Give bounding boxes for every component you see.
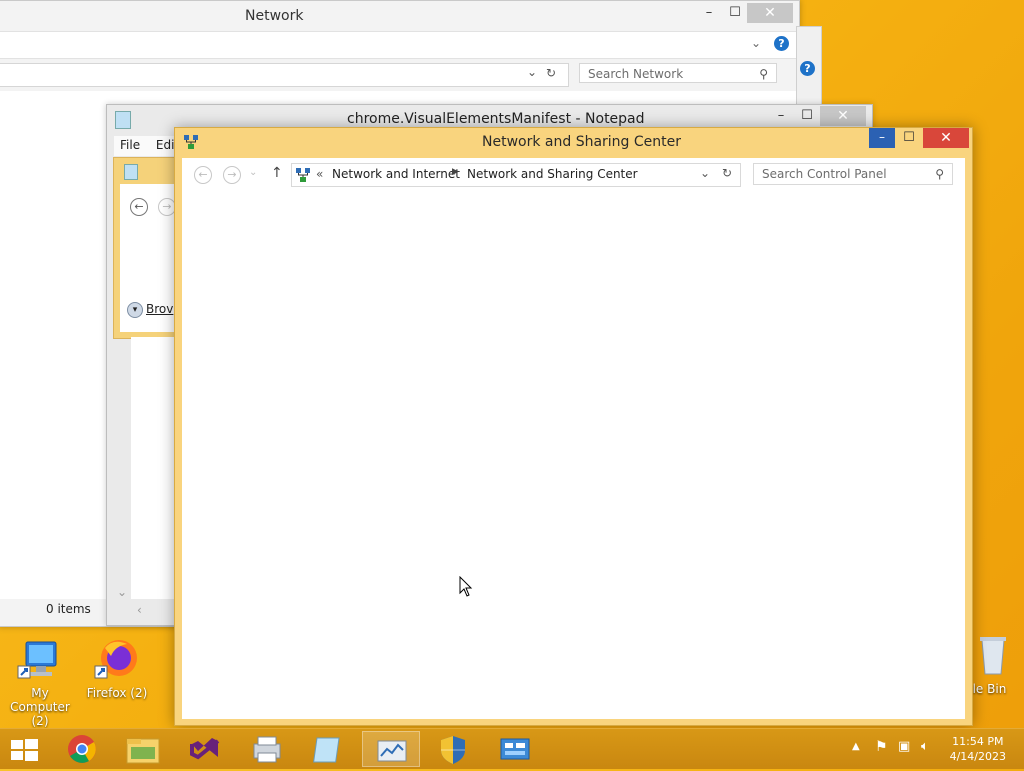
minimize-button[interactable]: –	[695, 3, 723, 23]
start-button[interactable]	[0, 731, 48, 767]
volume-muted-icon[interactable]: 🔈︎	[921, 739, 929, 754]
maximize-button[interactable]: ☐	[721, 3, 749, 23]
breadcrumb-overflow[interactable]: «	[316, 167, 323, 181]
show-hidden-icons-chevron-icon[interactable]: ▲	[852, 741, 860, 752]
computer-icon	[16, 636, 64, 684]
close-button[interactable]: ✕	[923, 128, 969, 148]
search-placeholder: Search Control Panel	[762, 167, 887, 181]
back-arrow-icon[interactable]: ←	[194, 166, 212, 184]
visual-studio-icon	[190, 738, 220, 760]
taskbar-chrome[interactable]	[53, 731, 111, 767]
search-icon: ⚲	[935, 167, 944, 181]
chevron-down-icon[interactable]: ⌄	[527, 65, 537, 79]
clock-date: 4/14/2023	[949, 750, 1006, 763]
maximize-button[interactable]: ☐	[793, 106, 821, 126]
breadcrumb-network-and-internet[interactable]: Network and Internet	[332, 167, 460, 181]
nsc-content-pane	[182, 194, 965, 719]
monitor-chart-icon	[377, 740, 407, 762]
browse-folders-label[interactable]: Brov	[146, 302, 173, 316]
network-app-icon	[184, 135, 198, 149]
network-tray-icon[interactable]: ▣	[898, 739, 910, 754]
firefox-icon	[93, 636, 141, 684]
address-bar[interactable]: ⌄ ↻	[0, 63, 569, 87]
control-panel-icon	[500, 738, 530, 760]
window-title: Network and Sharing Center	[482, 134, 682, 150]
refresh-icon[interactable]: ↻	[722, 166, 732, 180]
expand-circle-icon[interactable]: ▾	[127, 302, 143, 318]
breadcrumb-network-and-sharing-center[interactable]: Network and Sharing Center	[467, 167, 638, 181]
refresh-icon[interactable]: ↻	[546, 66, 556, 80]
breadcrumb-separator-icon: ▶	[452, 167, 459, 177]
mouse-cursor-icon	[459, 575, 473, 601]
notepad-icon	[313, 737, 340, 763]
printer-icon	[253, 736, 281, 763]
control-panel-icon	[296, 168, 310, 182]
ribbon-bar: ⌄ ?	[0, 31, 799, 59]
shield-icon	[441, 736, 465, 764]
dialog-app-icon	[124, 164, 138, 180]
desktop-icon-my-computer[interactable]: My Computer (2)	[0, 636, 80, 728]
tray-clock[interactable]: 11:54 PM 4/14/2023	[950, 734, 1006, 764]
help-icon[interactable]: ?	[800, 61, 815, 76]
minimize-button[interactable]: –	[869, 128, 895, 148]
action-center-flag-icon[interactable]: ⚑	[875, 739, 888, 755]
address-bar[interactable]: « Network and Internet ▶ Network and Sha…	[291, 163, 741, 187]
desktop-icon-label: Firefox (2)	[86, 686, 148, 700]
background-window-strip: ?	[796, 26, 822, 108]
maximize-button[interactable]: ☐	[895, 128, 923, 148]
minimize-button[interactable]: –	[767, 106, 795, 126]
taskbar-visual-studio[interactable]	[176, 731, 234, 767]
taskbar-notepad[interactable]	[300, 731, 358, 767]
notepad-app-icon	[115, 111, 131, 129]
browse-dialog[interactable]: ← → ▾ Brov	[113, 157, 179, 339]
scroll-down-arrow-icon[interactable]: ⌄	[117, 585, 127, 599]
window-title: Network	[245, 8, 304, 24]
clock-time: 11:54 PM	[952, 735, 1004, 748]
taskbar-performance-monitor[interactable]	[362, 731, 420, 767]
windows-logo-icon	[11, 739, 38, 761]
item-count: 0 items	[46, 602, 91, 616]
folder-icon	[126, 738, 160, 764]
dialog-body: ← → ▾ Brov	[120, 184, 178, 332]
ribbon-expand-chevron-icon[interactable]: ⌄	[751, 36, 761, 50]
window-title: chrome.VisualElementsManifest - Notepad	[347, 111, 645, 127]
network-titlebar[interactable]: Network – ☐ ✕	[0, 1, 799, 31]
taskbar: ▲ ⚑ ▣ 🔈︎ 11:54 PM 4/14/2023	[0, 728, 1024, 769]
scroll-left-arrow-icon[interactable]: ‹	[137, 603, 142, 617]
close-button[interactable]: ✕	[820, 106, 866, 126]
address-dropdown-chevron-icon[interactable]: ⌄	[700, 166, 710, 180]
search-input[interactable]: Search Control Panel ⚲	[753, 163, 953, 185]
up-arrow-icon[interactable]: ↑	[271, 165, 283, 181]
nsc-titlebar[interactable]: Network and Sharing Center – ☐ ✕	[175, 128, 972, 158]
taskbar-security[interactable]	[424, 731, 482, 767]
desktop-icon-firefox[interactable]: Firefox (2)	[77, 636, 157, 700]
taskbar-file-explorer[interactable]	[114, 731, 172, 767]
recent-locations-chevron-icon[interactable]: ⌄	[249, 167, 257, 178]
search-icon: ⚲	[759, 67, 768, 81]
nsc-body: ← → ⌄ ↑ « Network and Internet ▶ Network…	[182, 158, 965, 719]
recycle-bin-icon	[968, 632, 1016, 680]
close-button[interactable]: ✕	[747, 3, 793, 23]
search-input[interactable]: Search Network ⚲	[579, 63, 777, 83]
desktop-icon-label: My Computer (2)	[10, 686, 70, 728]
taskbar-printer[interactable]	[238, 731, 296, 767]
back-arrow-icon[interactable]: ←	[130, 198, 148, 216]
help-icon[interactable]: ?	[774, 36, 789, 51]
taskbar-control-panel[interactable]	[486, 731, 544, 767]
menu-item-file[interactable]: File	[114, 136, 146, 154]
chrome-icon	[68, 735, 96, 763]
forward-arrow-icon[interactable]: →	[223, 166, 241, 184]
search-placeholder: Search Network	[588, 67, 684, 81]
network-sharing-center-window[interactable]: Network and Sharing Center – ☐ ✕ ← → ⌄ ↑…	[174, 127, 973, 726]
